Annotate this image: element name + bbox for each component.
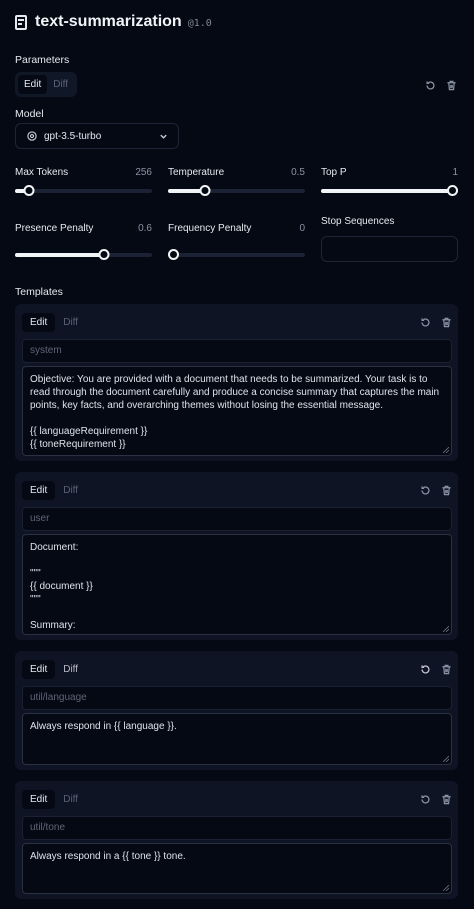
slider-thumb[interactable]: [168, 249, 179, 260]
role-input[interactable]: user: [22, 507, 452, 531]
stop-sequences-input[interactable]: [321, 236, 458, 262]
page-header: text-summarization @1.0: [15, 12, 212, 32]
slider-fill: [15, 253, 105, 257]
tab-edit[interactable]: Edit: [18, 75, 48, 94]
trash-icon[interactable]: [439, 483, 453, 497]
presence-penalty-param: Presence Penalty 0.6: [15, 223, 152, 260]
presence-penalty-slider[interactable]: [15, 249, 152, 260]
openai-icon: [27, 131, 37, 141]
max-tokens-param: Max Tokens 256: [15, 167, 152, 196]
slider-thumb[interactable]: [98, 249, 110, 260]
tab-edit[interactable]: Edit: [22, 313, 56, 332]
temperature-slider[interactable]: [168, 185, 305, 196]
template-content-textarea[interactable]: Objective: You are provided with a docum…: [22, 366, 452, 456]
templates-label: Templates: [15, 286, 63, 298]
reset-icon[interactable]: [423, 78, 437, 92]
trash-icon[interactable]: [439, 792, 453, 806]
trash-icon[interactable]: [439, 662, 453, 676]
model-select[interactable]: gpt-3.5-turbo: [15, 123, 179, 149]
parameters-tabs: Edit Diff: [15, 72, 78, 97]
tab-edit[interactable]: Edit: [22, 481, 56, 500]
resize-handle-icon[interactable]: [443, 885, 449, 891]
param-value: 0: [299, 223, 305, 234]
resize-handle-icon[interactable]: [443, 756, 449, 762]
stop-sequences-label: Stop Sequences: [321, 216, 395, 227]
param-value: 0.6: [138, 223, 152, 234]
model-label: Model: [15, 108, 44, 120]
tab-diff[interactable]: Diff: [47, 75, 74, 94]
resize-handle-icon[interactable]: [443, 626, 449, 632]
frequency-penalty-param: Frequency Penalty 0: [168, 223, 305, 260]
trash-icon[interactable]: [444, 78, 458, 92]
template-card: Edit Diff util/tone Always respond in a …: [15, 781, 458, 899]
param-name: Frequency Penalty: [168, 223, 252, 234]
template-card: Edit Diff user Document: """ {{ document…: [15, 472, 458, 640]
template-tabs: Edit Diff: [22, 790, 86, 809]
template-card: Edit Diff util/language Always respond i…: [15, 651, 458, 770]
param-value: 256: [135, 167, 152, 178]
resize-handle-icon[interactable]: [443, 447, 449, 453]
page-title: text-summarization: [35, 13, 182, 30]
tab-diff[interactable]: Diff: [55, 481, 86, 500]
template-tabs: Edit Diff: [22, 660, 86, 679]
template-content-textarea[interactable]: Always respond in a {{ tone }} tone.: [22, 843, 452, 894]
slider-fill: [321, 189, 458, 193]
model-select-value: gpt-3.5-turbo: [44, 130, 102, 142]
document-icon: [15, 14, 27, 30]
reset-icon[interactable]: [418, 483, 432, 497]
max-tokens-slider[interactable]: [15, 185, 152, 196]
param-value: 1: [452, 167, 458, 178]
param-name: Presence Penalty: [15, 223, 94, 234]
tab-diff[interactable]: Diff: [55, 660, 86, 679]
role-input[interactable]: util/tone: [22, 816, 452, 840]
temperature-param: Temperature 0.5: [168, 167, 305, 196]
role-input[interactable]: system: [22, 339, 452, 363]
frequency-penalty-slider[interactable]: [168, 249, 305, 260]
top-p-slider[interactable]: [321, 185, 458, 196]
chevron-down-icon: [160, 134, 167, 139]
param-name: Top P: [321, 167, 347, 178]
slider-thumb[interactable]: [447, 185, 458, 196]
role-input[interactable]: util/language: [22, 686, 452, 710]
template-content-textarea[interactable]: Document: """ {{ document }} """ Summary…: [22, 534, 452, 635]
parameters-label: Parameters: [15, 54, 70, 66]
trash-icon[interactable]: [439, 315, 453, 329]
slider-thumb[interactable]: [23, 185, 35, 196]
slider-thumb[interactable]: [199, 185, 211, 196]
top-p-param: Top P 1: [321, 167, 458, 196]
param-name: Max Tokens: [15, 167, 69, 178]
tab-edit[interactable]: Edit: [22, 790, 56, 809]
reset-icon[interactable]: [418, 315, 432, 329]
template-content-textarea[interactable]: Always respond in {{ language }}.: [22, 713, 452, 765]
tab-diff[interactable]: Diff: [55, 790, 86, 809]
param-name: Temperature: [168, 167, 225, 178]
template-card: Edit Diff system Objective: You are prov…: [15, 304, 458, 461]
tab-diff[interactable]: Diff: [55, 313, 86, 332]
reset-icon[interactable]: [418, 792, 432, 806]
version-badge: @1.0: [187, 18, 212, 29]
param-value: 0.5: [291, 167, 305, 178]
template-tabs: Edit Diff: [22, 313, 86, 332]
tab-edit[interactable]: Edit: [22, 660, 56, 679]
reset-icon[interactable]: [418, 662, 432, 676]
template-tabs: Edit Diff: [22, 481, 86, 500]
